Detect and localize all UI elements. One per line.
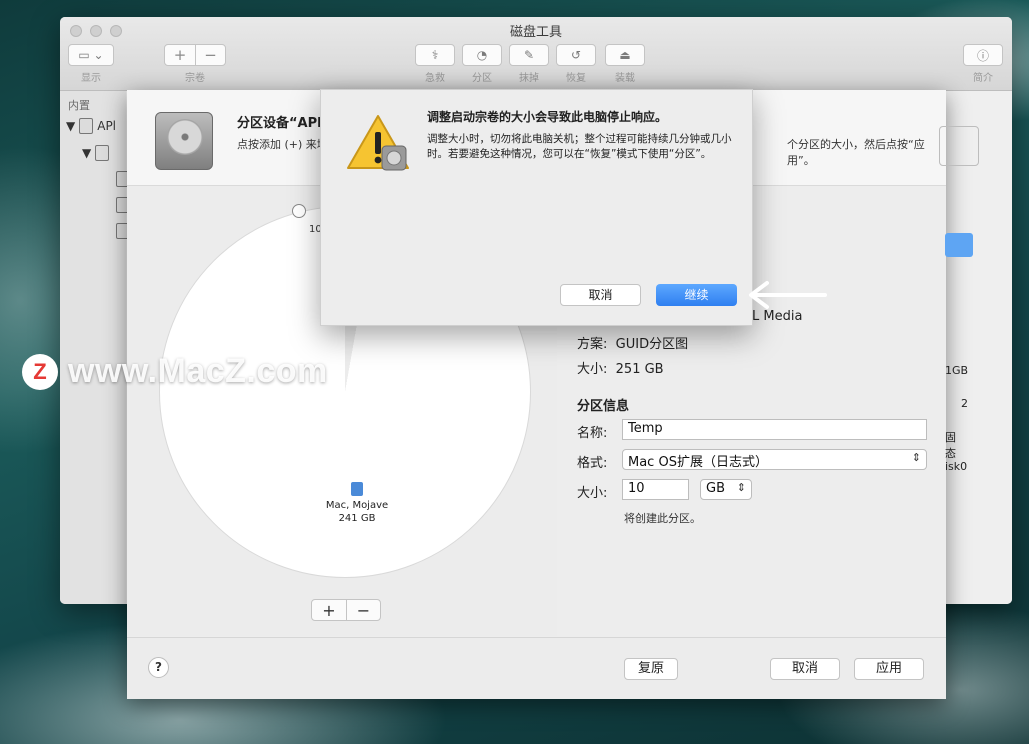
erase-button[interactable]: ✎ — [509, 44, 549, 66]
media-name-partial: L Media — [752, 309, 803, 324]
volume-add-remove-control[interactable]: + − — [164, 44, 226, 66]
partition-name-field[interactable]: Temp — [622, 419, 927, 440]
erase-icon: ✎ — [523, 48, 535, 62]
partition-toolbar-item[interactable]: ◔ 分区 — [462, 44, 502, 84]
erase-label: 抹掉 — [519, 73, 539, 84]
detail-value-type: 固态 — [945, 431, 956, 460]
titlebar: 磁盘工具 ▭ ⌄ 显示 + − 宗卷 ⚕ 急救 ◔ 分区 ✎ 抹掉 ↺ 恢复 ⏏… — [60, 17, 1012, 91]
add-partition-button[interactable]: + — [312, 600, 346, 620]
hard-disk-icon — [155, 112, 213, 170]
stethoscope-icon: ⚕ — [431, 48, 439, 62]
detail-value-count: 2 — [961, 397, 968, 410]
partition-sheet-description: 点按添加 (+) 来增 — [237, 138, 328, 151]
alert-title: 调整启动宗卷的大小会导致此电脑停止响应。 — [427, 110, 668, 124]
first-aid-label: 急救 — [425, 73, 445, 84]
sidebar-section-internal: 内置 — [68, 99, 90, 112]
alert-message: 调整大小时，切勿将此电脑关机；整个过程可能持续几分钟或几小时。若要避免这种情况，… — [427, 133, 732, 160]
macos-volume-icon — [351, 482, 363, 496]
partition-add-remove-control: + − — [311, 599, 381, 621]
selected-row-highlight — [945, 233, 973, 257]
apply-button[interactable]: 应用 — [854, 658, 924, 680]
details-pane-edge — [942, 91, 1012, 604]
resize-warning-alert: 调整启动宗卷的大小会导致此电脑停止响应。 调整大小时，切勿将此电脑关机；整个过程… — [320, 89, 753, 326]
partition-size-field[interactable]: 10 — [622, 479, 689, 500]
pie-chart-icon: ◔ — [476, 48, 488, 62]
partition-label: 分区 — [472, 73, 492, 84]
format-select[interactable]: Mac OS扩展（日志式） ⇕ — [622, 449, 927, 470]
detail-value-device: isk0 — [945, 460, 968, 473]
sidebar-item-disk[interactable]: ▼ APl — [66, 118, 116, 134]
disk-size-value: 251 GB — [615, 362, 664, 377]
detail-value-capacity: 1GB — [945, 364, 969, 377]
revert-button[interactable]: 复原 — [624, 658, 678, 680]
volume-name: Mac, Mojave — [325, 500, 389, 511]
first-aid-button[interactable]: ⚕ — [415, 44, 455, 66]
format-label: 格式: — [577, 456, 608, 471]
scheme-value: GUID分区图 — [615, 337, 689, 352]
watermark-logo: Z — [22, 353, 58, 390]
format-value: Mac OS扩展（日志式） — [628, 455, 768, 470]
sidebar-item-container[interactable]: ▼ — [82, 145, 110, 161]
chevron-updown-icon: ⇕ — [911, 451, 921, 464]
caution-icon — [347, 115, 409, 171]
mount-label: 装载 — [615, 73, 635, 84]
volume-toolbar-item: + − 宗卷 — [164, 44, 226, 84]
scheme-row: 方案: GUID分区图 — [577, 333, 688, 352]
info-toolbar-item[interactable]: ⓘ 简介 — [963, 44, 1003, 84]
watermark: Z www.MacZ.com — [22, 352, 328, 391]
remove-partition-button[interactable]: − — [346, 600, 380, 620]
partition-sheet-description-end: 个分区的大小，然后点按“应用”。 — [787, 138, 925, 167]
window-title: 磁盘工具 — [509, 25, 562, 40]
size-unit-select[interactable]: GB ⇕ — [700, 479, 752, 500]
partition-info-heading: 分区信息 — [577, 399, 630, 414]
volume-size: 241 GB — [338, 513, 376, 524]
restore-button[interactable]: ↺ — [556, 44, 596, 66]
help-button[interactable]: ? — [148, 657, 169, 678]
mount-icon: ⏏ — [619, 48, 631, 62]
sidebar-toggle-button[interactable]: ▭ ⌄ — [68, 44, 114, 66]
partition-note: 将创建此分区。 — [624, 512, 701, 525]
display-label: 显示 — [81, 73, 101, 84]
first-aid-toolbar-item[interactable]: ⚕ 急救 — [415, 44, 455, 84]
restore-label: 恢复 — [566, 73, 586, 84]
sidebar-disk-name: APl — [97, 119, 117, 133]
alert-cancel-button[interactable]: 取消 — [560, 284, 641, 306]
partition-sheet-footer: ? 复原 取消 应用 — [127, 637, 946, 699]
main-volume-pie-label: Mac, Mojave 241 GB — [317, 482, 397, 525]
pointing-arrow-icon — [749, 281, 827, 309]
mount-toolbar-item[interactable]: ⏏ 装载 — [605, 44, 645, 84]
chevron-updown-icon: ⇕ — [736, 481, 746, 494]
sidebar — [60, 91, 126, 604]
add-volume-button[interactable]: + — [165, 45, 195, 65]
disclosure-triangle-icon[interactable]: ▼ — [82, 146, 91, 160]
partition-resize-handle[interactable] — [292, 204, 306, 218]
name-label: 名称: — [577, 426, 608, 441]
volume-label: 宗卷 — [185, 73, 205, 84]
sidebar-icon: ▭ ⌄ — [78, 48, 104, 62]
container-icon — [95, 145, 110, 161]
alert-continue-button[interactable]: 继续 — [656, 284, 737, 306]
partition-size-label: 大小: — [577, 486, 608, 501]
disk-size-label: 大小: — [577, 362, 608, 377]
restore-toolbar-item[interactable]: ↺ 恢复 — [556, 44, 596, 84]
info-icon: ⓘ — [976, 48, 989, 63]
header-frame — [939, 126, 979, 166]
remove-volume-button[interactable]: − — [195, 45, 225, 65]
disclosure-triangle-icon[interactable]: ▼ — [66, 119, 75, 133]
info-label: 简介 — [973, 73, 993, 84]
info-button[interactable]: ⓘ — [963, 44, 1003, 66]
watermark-text: www.MacZ.com — [68, 352, 328, 390]
sheet-cancel-button[interactable]: 取消 — [770, 658, 840, 680]
partition-button[interactable]: ◔ — [462, 44, 502, 66]
partition-sheet-title: 分区设备“APl — [237, 116, 322, 131]
display-toolbar-item[interactable]: ▭ ⌄ 显示 — [68, 44, 114, 84]
size-unit-value: GB — [706, 481, 725, 496]
mount-button[interactable]: ⏏ — [605, 44, 645, 66]
internal-disk-icon — [79, 118, 94, 134]
restore-icon: ↺ — [570, 48, 582, 62]
disk-size-row: 大小: 251 GB — [577, 358, 664, 377]
erase-toolbar-item[interactable]: ✎ 抹掉 — [509, 44, 549, 84]
scheme-label: 方案: — [577, 337, 608, 352]
